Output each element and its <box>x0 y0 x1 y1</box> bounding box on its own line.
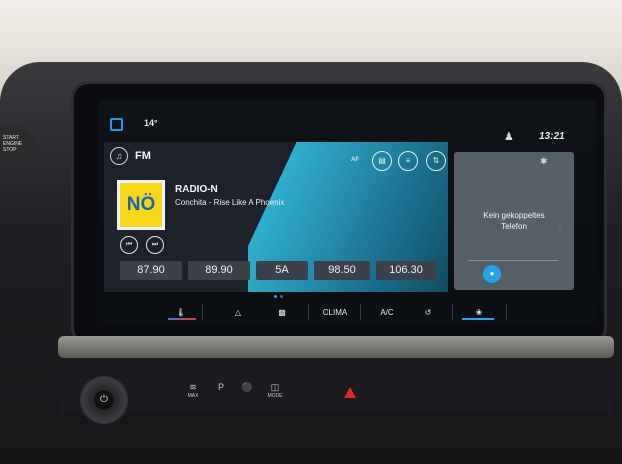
infotainment-screen: 14° ♟ 13:21 ♫ FM AF ▤ ≡ ⇅ NÖ RADIO-N Con… <box>98 100 596 324</box>
phone-message-line2: Telefon <box>501 222 527 231</box>
radio-source-icon[interactable]: ▤ <box>372 151 392 171</box>
drive-mode-button[interactable]: ◫ MODE <box>264 382 286 399</box>
preset-button-2[interactable]: 89.90 <box>188 261 250 280</box>
climate-separator <box>360 304 361 320</box>
af-indicator: AF <box>351 157 359 163</box>
page-dot-1 <box>274 295 277 298</box>
person-seat-icon[interactable]: ♟ <box>504 130 514 143</box>
drive-mode-icon: ◫ <box>270 382 280 392</box>
park-assist-button[interactable]: P <box>210 382 232 392</box>
rear-defrost-icon[interactable]: ▩ <box>268 304 296 322</box>
preset-button-5[interactable]: 106.30 <box>376 261 436 280</box>
station-logo: NÖ <box>117 180 165 230</box>
now-playing-text: Conchita - Rise Like A Phoenix <box>175 198 285 207</box>
ac-button[interactable]: A/C <box>370 304 404 322</box>
hazard-button[interactable] <box>344 387 356 398</box>
clima-button[interactable]: CLIMA <box>316 304 354 322</box>
seek-back-icon[interactable]: ⏮ <box>120 236 138 254</box>
equalizer-icon[interactable]: ⇅ <box>426 151 446 171</box>
band-label[interactable]: FM <box>135 150 151 162</box>
music-note-icon[interactable]: ♫ <box>110 147 128 165</box>
climate-separator <box>452 304 453 320</box>
phone-message-line1: Kein gekoppeltes <box>483 211 545 220</box>
station-name: RADIO-N <box>175 184 218 195</box>
phone-action-icon[interactable]: ● <box>483 265 501 283</box>
max-defrost-button[interactable]: ≋ MAX <box>182 382 204 399</box>
mode-label: MODE <box>267 393 283 399</box>
engine-button-line3: STOP <box>3 147 17 153</box>
page-dot-2 <box>280 295 283 298</box>
station-list-icon[interactable]: ≡ <box>398 151 418 171</box>
climate-separator <box>506 304 507 320</box>
recirculation-icon[interactable]: ↺ <box>414 304 442 322</box>
clock: 13:21 <box>539 131 565 142</box>
preset-button-3[interactable]: 5A <box>256 261 308 280</box>
preset-button-4[interactable]: 98.50 <box>314 261 370 280</box>
climate-separator <box>308 304 309 320</box>
max-defrost-icon: ≋ <box>189 382 197 392</box>
status-bar: 14° <box>98 100 596 131</box>
bluetooth-icon: ✱ <box>540 156 548 166</box>
lower-console <box>58 366 614 414</box>
seek-forward-icon[interactable]: ⏭ <box>146 236 164 254</box>
home-square-icon[interactable] <box>110 118 123 131</box>
power-icon[interactable]: ⏻ <box>94 390 114 410</box>
max-label: MAX <box>187 393 199 399</box>
windshield-defrost-icon[interactable]: △ <box>224 304 252 322</box>
car-assist-icon: ⚫ <box>241 382 253 392</box>
temperature-gradient-bar <box>168 318 196 320</box>
park-label: P <box>217 382 224 392</box>
panel-scroll-indicator[interactable]: ⋮ <box>556 220 564 229</box>
climate-separator <box>202 304 203 320</box>
phone-divider <box>468 260 558 261</box>
outside-temperature: 14° <box>144 118 158 128</box>
driving-assist-button[interactable]: ⚫ <box>236 382 258 393</box>
fan-level-bar <box>462 318 494 320</box>
preset-button-1[interactable]: 87.90 <box>120 261 182 280</box>
chrome-trim <box>58 336 614 358</box>
